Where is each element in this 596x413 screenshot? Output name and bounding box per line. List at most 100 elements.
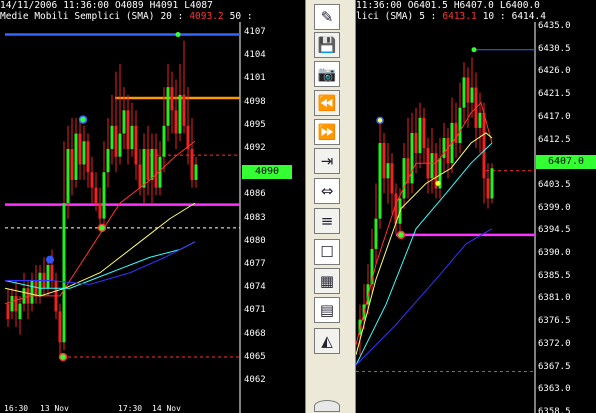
indicator-button[interactable]: ≡ — [314, 208, 340, 234]
left-y-tick: 4080 — [244, 235, 266, 246]
rewind-button[interactable]: ⏪ — [314, 90, 340, 116]
candle-body — [402, 158, 406, 199]
camera-button[interactable]: 📷 — [314, 61, 340, 87]
candle-body — [162, 125, 166, 157]
candle-body — [490, 168, 494, 199]
left-y-tick: 4065 — [244, 351, 266, 362]
right-y-tick: 6372.0 — [538, 338, 571, 349]
right-y-tick: 6412.5 — [538, 134, 571, 145]
table-icon: ▤ — [319, 301, 335, 319]
right-y-tick: 6367.5 — [538, 361, 571, 372]
candle-body — [66, 149, 70, 204]
left-header-line1: 14/11/2006 11:36:00 O4089 H4091 L4087 — [0, 0, 219, 11]
candle-body — [430, 153, 434, 179]
candle-body — [414, 132, 418, 154]
candle-body — [166, 87, 170, 126]
left-y-tick: 4104 — [244, 50, 266, 61]
marker-green-dot — [78, 115, 88, 124]
candle-body — [30, 280, 34, 304]
left-time: 11:36:00 — [63, 0, 109, 11]
right-marker-mid — [435, 180, 441, 186]
candle-body — [170, 87, 174, 111]
layout-icon: ▦ — [319, 272, 335, 290]
candle-body — [462, 77, 466, 108]
candle-body — [74, 133, 78, 180]
save-button[interactable]: 💾 — [314, 32, 340, 58]
candle-body — [134, 125, 138, 165]
candle-body — [58, 311, 62, 343]
right-y-tick: 6390.0 — [538, 248, 571, 258]
candle-body — [466, 77, 470, 103]
right-sma2-period: 10 : — [482, 11, 506, 22]
candle-body — [390, 163, 394, 194]
layout-button[interactable]: ▦ — [314, 268, 340, 294]
candle-body — [50, 265, 54, 281]
candle-body — [422, 117, 426, 149]
candle-body — [114, 125, 118, 157]
left-current-price-box: 4090 — [242, 165, 292, 179]
candle-body — [14, 295, 18, 312]
candle-body — [10, 295, 14, 312]
right-y-tick: 6358.5 — [538, 406, 571, 413]
left-x-tick: 13 Nov — [40, 404, 69, 413]
left-low: L4087 — [184, 0, 213, 11]
candle-body — [458, 107, 462, 144]
left-y-tick: 4101 — [244, 73, 266, 84]
zoom-in-horizontal-icon: ⇥ — [320, 152, 334, 170]
candle-body — [470, 87, 474, 103]
right-y-tick: 6435.0 — [538, 21, 571, 31]
vertical-toolbar: ✎ 💾 📷 ⏪ ⏩ ⇥ ⇔ ≡ ☐ ▦ ▤ ◭ — [305, 0, 356, 413]
color-scheme-icon: ◭ — [321, 332, 333, 350]
left-sma1-period: 20 : — [160, 11, 184, 22]
zoom-in-horizontal-button[interactable]: ⇥ — [314, 148, 340, 174]
left-date: 14/11/2006 — [0, 0, 58, 11]
candle-body — [90, 172, 94, 188]
candle-body — [126, 110, 130, 149]
right-sma1-period: 5 : — [419, 11, 437, 22]
right-low: L6400.0 — [499, 0, 540, 11]
right-chart-panel[interactable]: 11:36:00 O6401.5 H6407.0 L6400.0 lici (SMA)… — [356, 0, 596, 413]
candle-body — [154, 149, 158, 188]
right-header-line1: 11:36:00 O6401.5 H6407.0 L6400.0 — [356, 0, 546, 11]
right-y-tick: 6394.5 — [538, 225, 571, 236]
right-y-tick: 6399.0 — [538, 202, 571, 213]
left-y-tick: 4086 — [244, 189, 266, 200]
candle-body — [110, 125, 114, 149]
candle-body — [190, 149, 194, 180]
pencil-tool-button[interactable]: ✎ — [314, 4, 340, 30]
candle-body — [6, 303, 10, 320]
left-indicator-name: Medie Mobili Semplici (SMA) — [0, 11, 155, 22]
left-chart-panel[interactable]: 14/11/2006 11:36:00 O4089 H4091 L4087 Medie … — [0, 0, 305, 413]
right-y-tick: 6376.5 — [538, 316, 571, 327]
right-marker-top-left — [376, 116, 384, 125]
left-y-tick: 4062 — [244, 375, 266, 385]
fast-forward-button[interactable]: ⏩ — [314, 119, 340, 145]
zoom-out-horizontal-button[interactable]: ⇔ — [314, 178, 340, 204]
right-y-tick: 6421.5 — [538, 89, 571, 100]
candle-body — [130, 125, 134, 149]
left-open: O4089 — [114, 0, 144, 11]
marker-top-dot — [175, 32, 181, 38]
frame-button[interactable]: ☐ — [314, 239, 340, 265]
candle-body — [62, 203, 66, 343]
table-button[interactable]: ▤ — [314, 297, 340, 323]
left-y-tick: 4107 — [244, 27, 266, 37]
right-marker-support — [396, 230, 406, 240]
candle-body — [446, 137, 450, 164]
marker-blue-dot — [46, 255, 54, 264]
left-y-tick: 4074 — [244, 282, 266, 293]
right-y-tick: 6363.0 — [538, 384, 571, 395]
candle-body — [374, 218, 378, 249]
left-y-tick: 4068 — [244, 328, 266, 339]
scroll-button[interactable] — [314, 400, 340, 412]
color-scheme-button[interactable]: ◭ — [314, 328, 340, 354]
left-y-tick: 4083 — [244, 212, 266, 223]
fast-forward-icon: ⏩ — [317, 123, 337, 141]
candle-body — [178, 94, 182, 134]
candle-body — [138, 164, 142, 188]
left-x-tick: 17:30 — [118, 404, 143, 413]
left-y-tick: 4092 — [244, 143, 266, 153]
candle-body — [122, 110, 126, 134]
pencil-tool-icon: ✎ — [320, 8, 334, 26]
zoom-out-horizontal-icon: ⇔ — [320, 182, 334, 200]
